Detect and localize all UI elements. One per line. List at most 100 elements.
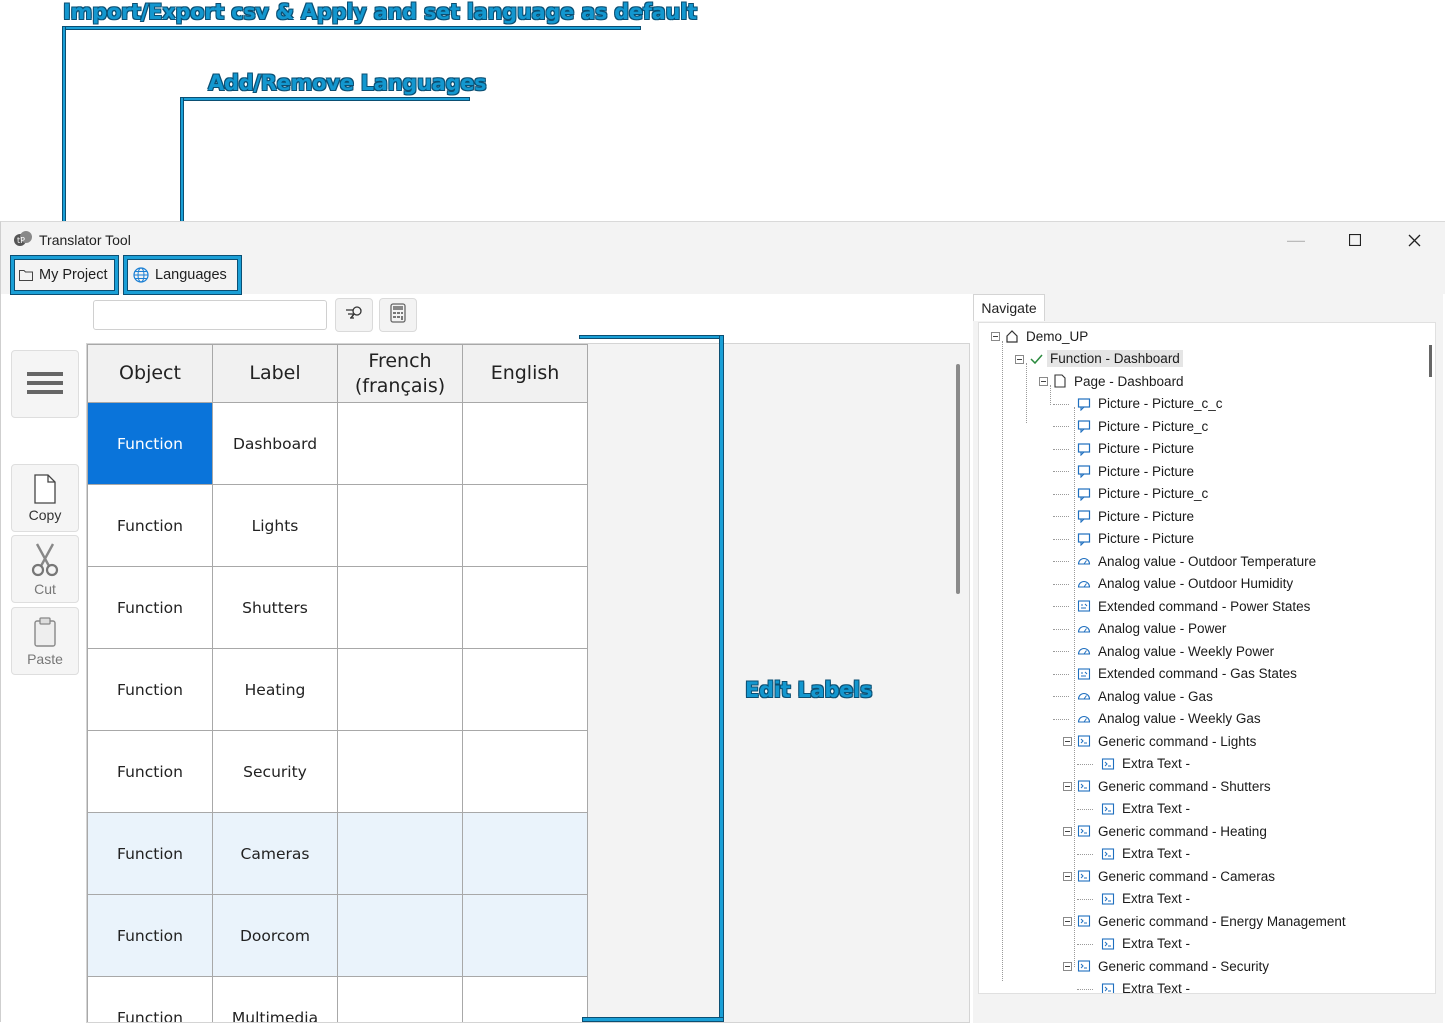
tree-item[interactable]: Analog value - Power [1076, 618, 1226, 640]
tree-item[interactable]: Generic command - Shutters [1076, 775, 1271, 797]
tree-item[interactable]: Analog value - Gas [1076, 685, 1213, 707]
french-cell[interactable] [338, 813, 463, 895]
tree-expander[interactable] [1063, 737, 1072, 746]
label-cell[interactable]: Shutters [213, 567, 338, 649]
tree-item[interactable]: Extended command - Gas States [1076, 663, 1297, 685]
tree-expander[interactable] [1015, 355, 1024, 364]
column-header-english[interactable]: English [463, 345, 588, 403]
object-cell[interactable]: Function [88, 977, 213, 1023]
command-icon [1100, 981, 1116, 995]
tree-item[interactable]: Page - Dashboard [1052, 370, 1184, 392]
object-cell[interactable]: Function [88, 895, 213, 977]
command-icon [1076, 778, 1092, 794]
tree-expander[interactable] [991, 332, 1000, 341]
tree-item[interactable]: Generic command - Lights [1076, 730, 1256, 752]
object-cell[interactable]: Function [88, 731, 213, 813]
translate-button[interactable] [379, 298, 417, 332]
maximize-button[interactable] [1326, 222, 1384, 258]
cut-button[interactable]: Cut [11, 535, 79, 603]
label-cell[interactable]: Multimedia [213, 977, 338, 1023]
french-cell[interactable] [338, 485, 463, 567]
tree-item-label: Picture - Picture [1098, 441, 1194, 456]
tree-item[interactable]: Analog value - Outdoor Humidity [1076, 573, 1293, 595]
annotation-underline [181, 97, 470, 101]
object-cell[interactable]: Function [88, 567, 213, 649]
label-cell[interactable]: Doorcom [213, 895, 338, 977]
tree-expander[interactable] [1063, 917, 1072, 926]
tab-navigate[interactable]: Navigate [973, 294, 1045, 321]
tree-expander[interactable] [1063, 827, 1072, 836]
english-cell[interactable] [463, 895, 588, 977]
french-cell[interactable] [338, 895, 463, 977]
tree-item[interactable]: Generic command - Cameras [1076, 865, 1275, 887]
label-cell[interactable]: Security [213, 731, 338, 813]
tree-item[interactable]: Function - Dashboard [1028, 348, 1183, 370]
french-cell[interactable] [338, 649, 463, 731]
french-cell[interactable] [338, 567, 463, 649]
english-cell[interactable] [463, 567, 588, 649]
tree-item[interactable]: Picture - Picture_c [1076, 415, 1208, 437]
column-header-label[interactable]: Label [213, 345, 338, 403]
tree-item[interactable]: Extra Text - [1100, 798, 1190, 820]
tree-item[interactable]: Picture - Picture [1076, 505, 1194, 527]
tree-scrollbar[interactable] [1429, 345, 1432, 377]
tree-item[interactable]: Extra Text - [1100, 843, 1190, 865]
tree-item[interactable]: Analog value - Weekly Gas [1076, 708, 1261, 730]
close-button[interactable] [1385, 222, 1443, 258]
tree-item[interactable]: Extra Text - [1100, 753, 1190, 775]
annotation-add-remove: Add/Remove Languages [208, 71, 486, 95]
label-cell[interactable]: Lights [213, 485, 338, 567]
gauge-icon [1076, 576, 1092, 592]
tree-item[interactable]: Picture - Picture [1076, 460, 1194, 482]
tree-item[interactable]: Analog value - Weekly Power [1076, 640, 1274, 662]
annotation-highlight-my-project [11, 256, 118, 294]
english-cell[interactable] [463, 403, 588, 485]
tree-item[interactable]: Extra Text - [1100, 978, 1190, 995]
tree-item[interactable]: Demo_UP [1004, 325, 1088, 347]
tree-expander[interactable] [1063, 872, 1072, 881]
object-cell[interactable]: Function [88, 485, 213, 567]
english-cell[interactable] [463, 485, 588, 567]
tree-item[interactable]: Picture - Picture [1076, 528, 1194, 550]
tree-item[interactable]: Generic command - Security [1076, 955, 1269, 977]
object-cell[interactable]: Function [88, 813, 213, 895]
grid-scrollbar[interactable] [956, 364, 960, 594]
label-cell[interactable]: Heating [213, 649, 338, 731]
label-cell[interactable]: Dashboard [213, 403, 338, 485]
french-cell[interactable] [338, 731, 463, 813]
label-cell[interactable]: Cameras [213, 813, 338, 895]
tree-item[interactable]: Generic command - Energy Management [1076, 910, 1346, 932]
paste-label: Paste [27, 651, 63, 667]
command-icon [1100, 891, 1116, 907]
picture-icon [1076, 396, 1092, 412]
tree-guide-line [1053, 449, 1069, 450]
english-cell[interactable] [463, 731, 588, 813]
english-cell[interactable] [463, 813, 588, 895]
tree-item[interactable]: Picture - Picture_c [1076, 483, 1208, 505]
french-cell[interactable] [338, 977, 463, 1023]
french-cell[interactable] [338, 403, 463, 485]
tree-item[interactable]: Picture - Picture [1076, 438, 1194, 460]
english-cell[interactable] [463, 977, 588, 1023]
column-header-french[interactable]: French(français) [338, 345, 463, 403]
tree-item[interactable]: Extended command - Power States [1076, 595, 1310, 617]
copy-button[interactable]: Copy [11, 464, 79, 532]
find-button[interactable] [335, 298, 373, 332]
paste-button[interactable]: Paste [11, 607, 79, 675]
hamburger-button[interactable] [11, 350, 79, 418]
tree-item[interactable]: Extra Text - [1100, 933, 1190, 955]
tree-item[interactable]: Extra Text - [1100, 888, 1190, 910]
object-cell[interactable]: Function [88, 403, 213, 485]
tree-expander[interactable] [1063, 962, 1072, 971]
object-cell[interactable]: Function [88, 649, 213, 731]
column-header-object[interactable]: Object [88, 345, 213, 403]
tree-expander[interactable] [1063, 782, 1072, 791]
english-cell[interactable] [463, 649, 588, 731]
tree-expander[interactable] [1039, 377, 1048, 386]
search-input[interactable] [93, 300, 327, 330]
tree-item[interactable]: Picture - Picture_c_c [1076, 393, 1223, 415]
tree-item[interactable]: Generic command - Heating [1076, 820, 1267, 842]
tree-item-label: Extra Text - [1122, 936, 1190, 951]
minimize-button[interactable]: — [1267, 222, 1325, 258]
tree-item[interactable]: Analog value - Outdoor Temperature [1076, 550, 1316, 572]
